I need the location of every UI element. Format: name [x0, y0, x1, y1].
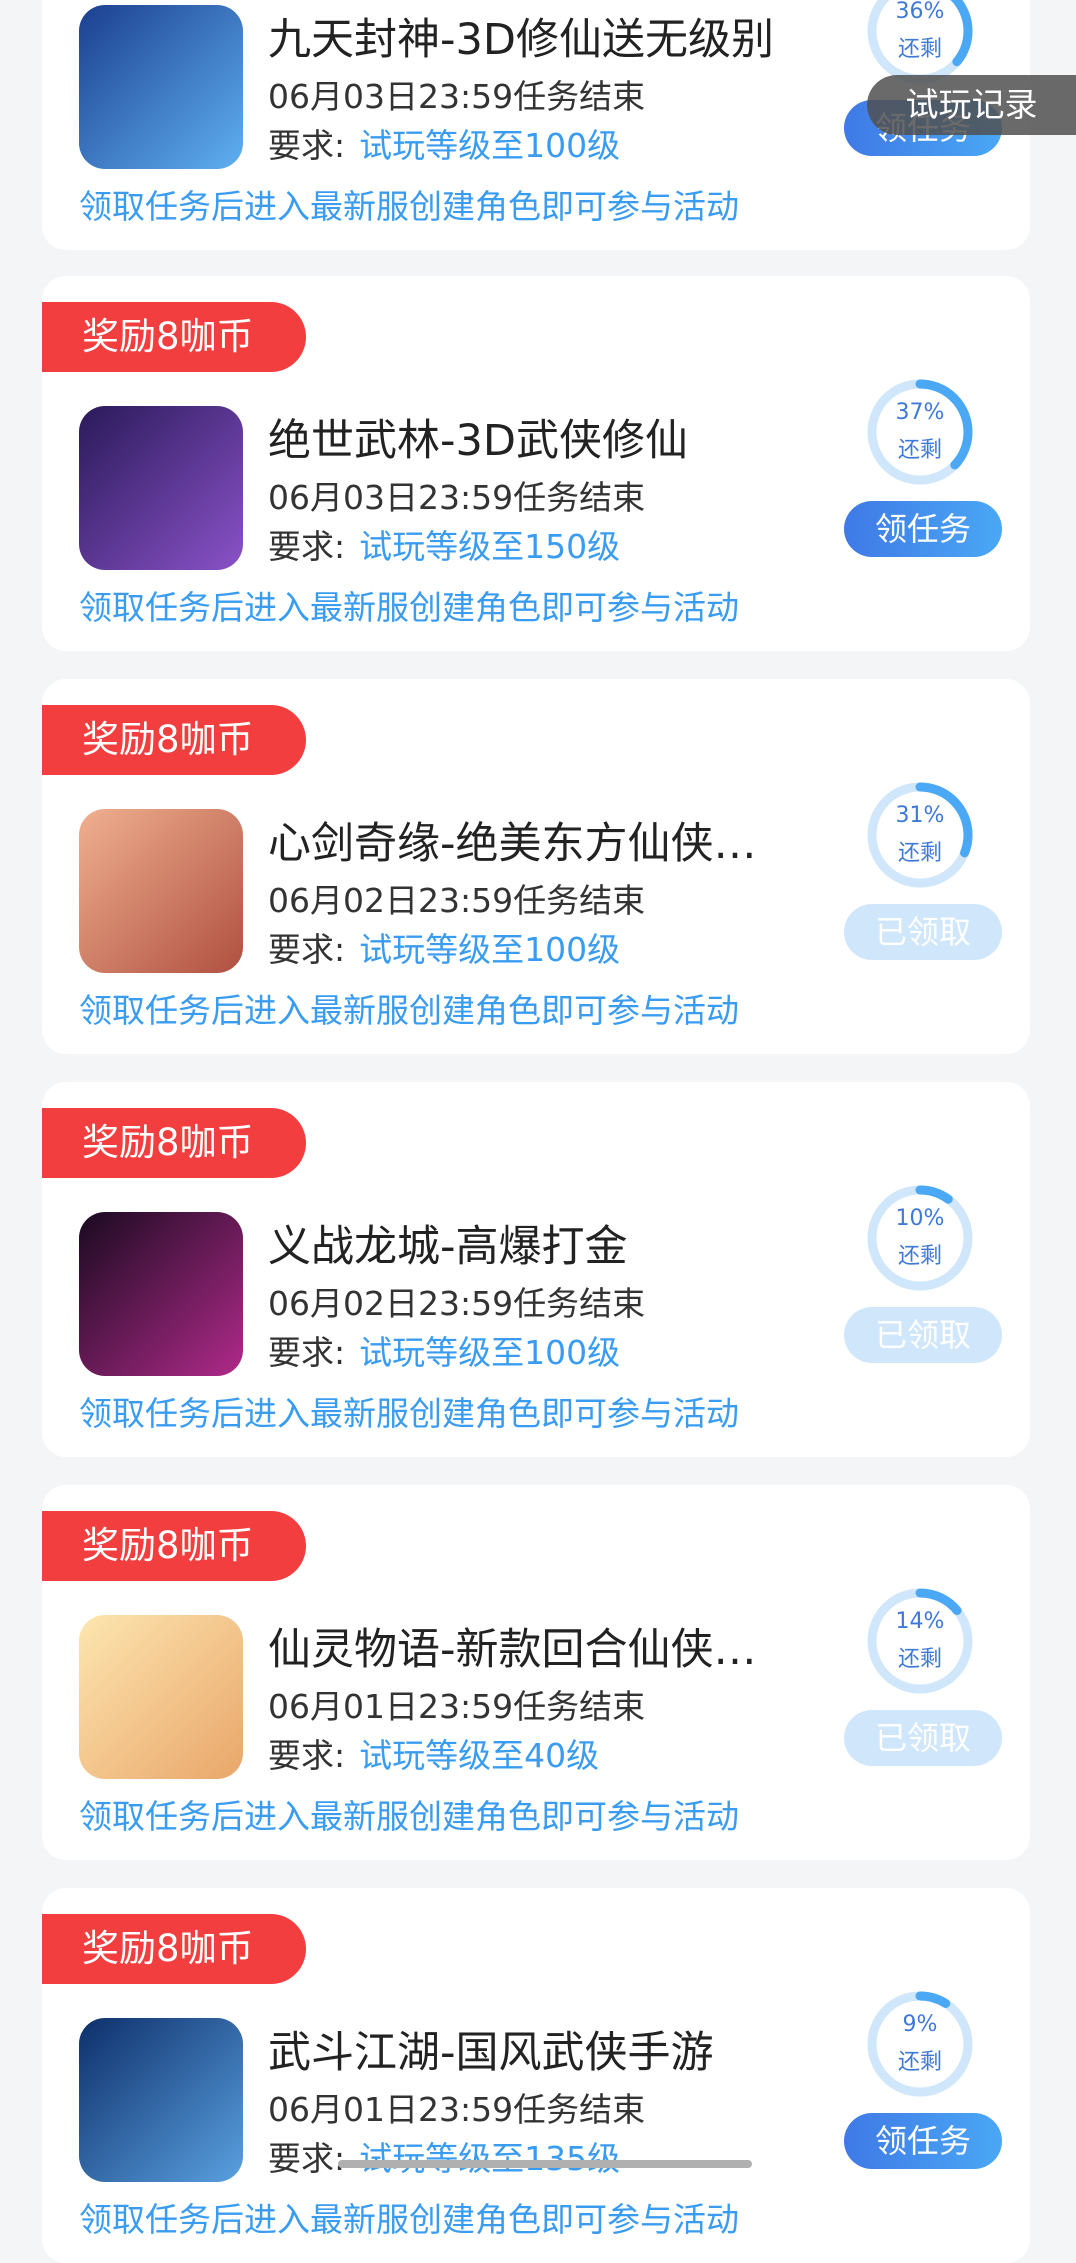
task-deadline: 06月01日23:59任务结束 [268, 1687, 646, 1726]
requirement-label: 要求: [268, 930, 346, 969]
remaining-label: 还剩 [897, 37, 942, 62]
remaining-percent: 9% [902, 2012, 938, 2037]
task-deadline: 06月03日23:59任务结束 [268, 478, 646, 517]
claimed-button[interactable]: 已领取 [844, 1710, 1002, 1766]
task-requirement: 要求: 试玩等级至150级 [268, 520, 620, 568]
task-description: 领取任务后进入最新服创建角色即可参与活动 [79, 2200, 739, 2239]
task-deadline: 06月02日23:59任务结束 [268, 881, 646, 920]
task-requirement: 要求: 试玩等级至135级 [268, 2132, 620, 2180]
remaining-progress-ring: 31% 还剩 [864, 779, 976, 891]
requirement-label: 要求: [268, 126, 346, 165]
task-description: 领取任务后进入最新服创建角色即可参与活动 [79, 991, 739, 1030]
remaining-progress-ring: 37% 还剩 [864, 376, 976, 488]
requirement-value: 试玩等级至100级 [359, 1333, 621, 1372]
task-card[interactable]: 奖励8咖币武斗江湖-国风武侠手游 06月01日23:59任务结束 要求: 试玩等级至1… [42, 1888, 1030, 2263]
task-card[interactable]: 奖励8咖币绝世武林-3D武侠修仙 06月03日23:59任务结束 要求: 试玩等级至1… [42, 276, 1030, 651]
task-card[interactable]: 奖励8咖币义战龙城-高爆打金 06月02日23:59任务结束 要求: 试玩等级至100… [42, 1082, 1030, 1457]
claimed-button[interactable]: 已领取 [844, 1307, 1002, 1363]
trial-record-button[interactable]: 试玩记录 [867, 75, 1076, 135]
fairy-lady-icon[interactable] [79, 809, 243, 973]
sword-moon-icon[interactable] [79, 2018, 243, 2182]
reward-badge: 奖励8咖币 [42, 302, 306, 372]
task-description: 领取任务后进入最新服创建角色即可参与活动 [79, 187, 739, 226]
remaining-percent: 31% [895, 803, 945, 828]
task-requirement: 要求: 试玩等级至100级 [268, 923, 620, 971]
dragon-emblem-icon[interactable] [79, 1212, 243, 1376]
reward-badge: 奖励8咖币 [42, 1511, 306, 1581]
task-requirement: 要求: 试玩等级至100级 [268, 1326, 620, 1374]
task-requirement: 要求: 试玩等级至40级 [268, 1729, 599, 1777]
home-indicator [338, 2160, 752, 2168]
game-title[interactable]: 义战龙城-高爆打金 [268, 1212, 828, 1274]
remaining-percent: 14% [895, 1609, 945, 1634]
game-title[interactable]: 武斗江湖-国风武侠手游 [268, 2018, 828, 2080]
remaining-progress-ring: 10% 还剩 [864, 1182, 976, 1294]
wulin-logo-icon[interactable] [79, 406, 243, 570]
task-description: 领取任务后进入最新服创建角色即可参与活动 [79, 588, 739, 627]
remaining-percent: 36% [895, 0, 945, 24]
remaining-progress-ring: 36% 还剩 [864, 0, 976, 87]
remaining-percent: 37% [895, 400, 945, 425]
claim-task-button[interactable]: 领任务 [844, 501, 1002, 557]
game-title[interactable]: 九天封神-3D修仙送无级别 [268, 5, 828, 67]
remaining-percent: 10% [895, 1206, 945, 1231]
task-card[interactable]: 奖励8咖币心剑奇缘-绝美东方仙侠… 06月02日23:59任务结束 要求: 试玩等级至… [42, 679, 1030, 1054]
task-deadline: 06月02日23:59任务结束 [268, 1284, 646, 1323]
chibi-girl-icon[interactable] [79, 1615, 243, 1779]
game-title[interactable]: 心剑奇缘-绝美东方仙侠… [268, 809, 828, 871]
requirement-value: 试玩等级至135级 [359, 2139, 621, 2178]
task-deadline: 06月01日23:59任务结束 [268, 2090, 646, 2129]
remaining-label: 还剩 [897, 1244, 942, 1269]
claim-task-button[interactable]: 领任务 [844, 2113, 1002, 2169]
game-title[interactable]: 绝世武林-3D武侠修仙 [268, 406, 828, 468]
requirement-label: 要求: [268, 1736, 346, 1775]
game-title[interactable]: 仙灵物语-新款回合仙侠… [268, 1615, 828, 1677]
remaining-label: 还剩 [897, 1647, 942, 1672]
requirement-value: 试玩等级至150级 [359, 527, 621, 566]
reward-badge: 奖励8咖币 [42, 1914, 306, 1984]
reward-badge: 奖励8咖币 [42, 1108, 306, 1178]
remaining-progress-ring: 9% 还剩 [864, 1988, 976, 2100]
task-deadline: 06月03日23:59任务结束 [268, 77, 646, 116]
mage-girl-icon[interactable] [79, 5, 243, 169]
task-card[interactable]: 奖励8咖币仙灵物语-新款回合仙侠… 06月01日23:59任务结束 要求: 试玩等级至… [42, 1485, 1030, 1860]
requirement-value: 试玩等级至100级 [359, 930, 621, 969]
remaining-label: 还剩 [897, 841, 942, 866]
requirement-label: 要求: [268, 2139, 346, 2178]
claimed-button[interactable]: 已领取 [844, 904, 1002, 960]
remaining-progress-ring: 14% 还剩 [864, 1585, 976, 1697]
requirement-value: 试玩等级至100级 [359, 126, 621, 165]
remaining-label: 还剩 [897, 438, 942, 463]
requirement-label: 要求: [268, 1333, 346, 1372]
reward-badge: 奖励8咖币 [42, 705, 306, 775]
remaining-label: 还剩 [897, 2050, 942, 2075]
requirement-value: 试玩等级至40级 [359, 1736, 600, 1775]
requirement-label: 要求: [268, 527, 346, 566]
task-description: 领取任务后进入最新服创建角色即可参与活动 [79, 1797, 739, 1836]
task-description: 领取任务后进入最新服创建角色即可参与活动 [79, 1394, 739, 1433]
task-requirement: 要求: 试玩等级至100级 [268, 119, 620, 167]
